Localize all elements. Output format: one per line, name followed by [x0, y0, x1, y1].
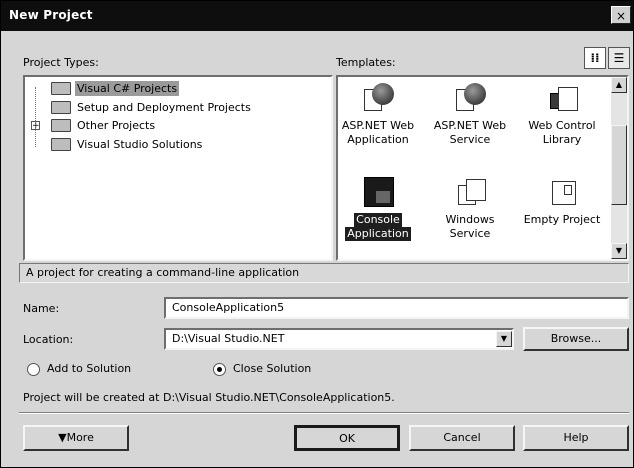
template-label: Application — [345, 227, 411, 241]
name-value: ConsoleApplication5 — [172, 301, 285, 314]
tree-item-label: Visual Studio Solutions — [77, 137, 203, 151]
tree-item-label: Setup and Deployment Projects — [77, 100, 251, 114]
folder-icon — [51, 100, 71, 114]
template-label: Service — [449, 227, 491, 240]
folder-icon — [51, 137, 71, 151]
scroll-up-icon[interactable]: ▲ — [611, 77, 627, 93]
templates-label: Templates: — [336, 56, 396, 69]
close-icon[interactable]: × — [611, 6, 631, 24]
close-solution-label[interactable]: Close Solution — [233, 362, 311, 375]
globe-gear-icon — [454, 83, 486, 115]
browse-button[interactable]: Browse... — [523, 327, 629, 351]
project-types-label: Project Types: — [23, 56, 99, 69]
template-console-application[interactable]: Console Application — [336, 177, 420, 241]
template-label: Application — [347, 133, 409, 146]
windows-service-icon — [454, 177, 486, 209]
help-button[interactable]: Help — [523, 425, 629, 451]
template-web-control-library[interactable]: Web Control Library — [520, 83, 604, 147]
tree-item-setup-deployment[interactable]: Setup and Deployment Projects — [51, 100, 253, 118]
template-label: Service — [449, 133, 491, 146]
location-label: Location: — [23, 333, 74, 346]
templates-scrollbar[interactable]: ▲ ▼ — [611, 77, 627, 259]
separator — [19, 412, 629, 414]
template-label: Empty Project — [523, 213, 601, 226]
add-to-solution-label[interactable]: Add to Solution — [47, 362, 131, 375]
template-aspnet-web-application[interactable]: ASP.NET Web Application — [336, 83, 420, 147]
template-empty-project[interactable]: Empty Project — [520, 177, 604, 227]
folder-icon — [51, 81, 71, 95]
template-description: A project for creating a command-line ap… — [19, 263, 629, 283]
project-types-tree[interactable]: Visual C# Projects Setup and Deployment … — [23, 75, 333, 261]
new-project-dialog: New Project × Project Types: Templates: … — [0, 0, 634, 468]
template-label: Windows — [445, 213, 495, 226]
ok-button[interactable]: OK — [294, 425, 400, 451]
template-aspnet-web-service[interactable]: ASP.NET Web Service — [428, 83, 512, 147]
tree-item-label: Visual C# Projects — [75, 80, 180, 96]
folder-icon — [51, 118, 71, 132]
template-label: ASP.NET Web — [341, 119, 415, 132]
chevron-down-icon[interactable]: ▼ — [496, 331, 512, 347]
large-icons-view-button[interactable]: ⁞⁞ — [584, 47, 606, 69]
template-label: Library — [542, 133, 582, 146]
name-label: Name: — [23, 302, 60, 315]
template-label: Web Control — [528, 119, 596, 132]
more-button[interactable]: ▼More — [23, 425, 129, 451]
console-icon — [362, 177, 394, 209]
web-control-icon — [546, 83, 578, 115]
templates-list[interactable]: ASP.NET Web Application ASP.NET Web Serv… — [336, 75, 629, 261]
scroll-thumb[interactable] — [611, 125, 627, 205]
tree-lines — [35, 87, 50, 147]
location-combobox[interactable]: D:\Visual Studio.NET ▼ — [164, 328, 514, 350]
tree-item-visual-csharp-projects[interactable]: Visual C# Projects — [51, 80, 180, 99]
cancel-button[interactable]: Cancel — [409, 425, 515, 451]
template-label: Console — [354, 213, 402, 227]
globe-document-icon — [362, 83, 394, 115]
add-to-solution-radio[interactable] — [27, 363, 40, 376]
tree-item-label: Other Projects — [77, 118, 156, 132]
project-path-text: Project will be created at D:\Visual Stu… — [23, 391, 395, 404]
list-view-button[interactable]: ☰ — [608, 47, 630, 69]
scroll-down-icon[interactable]: ▼ — [611, 243, 627, 259]
name-input[interactable]: ConsoleApplication5 — [164, 297, 629, 319]
tree-item-other-projects[interactable]: Other Projects — [51, 118, 157, 136]
window-title: New Project — [9, 8, 93, 22]
close-solution-radio[interactable] — [213, 363, 226, 376]
template-windows-service[interactable]: Windows Service — [428, 177, 512, 241]
location-value: D:\Visual Studio.NET — [172, 332, 285, 345]
tree-item-visual-studio-solutions[interactable]: Visual Studio Solutions — [51, 137, 204, 155]
empty-project-icon — [546, 177, 578, 209]
title-bar: New Project × — [1, 1, 633, 31]
template-label: ASP.NET Web — [433, 119, 507, 132]
